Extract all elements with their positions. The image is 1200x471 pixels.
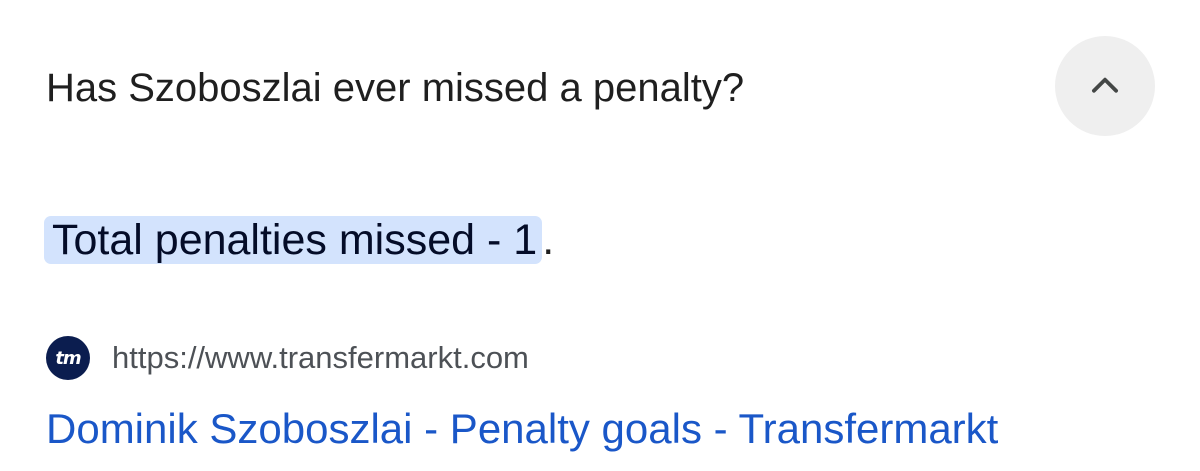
question-heading[interactable]: Has Szoboszlai ever missed a penalty? xyxy=(46,62,744,114)
chevron-up-icon xyxy=(1092,77,1118,93)
source-row[interactable]: tm https://www.transfermarkt.com xyxy=(46,336,529,380)
answer-highlight: Total penalties missed - 1 xyxy=(44,216,543,264)
answer-trailing: . xyxy=(542,216,555,264)
collapse-button[interactable] xyxy=(1055,36,1155,136)
transfermarkt-logo-icon: tm xyxy=(46,336,90,380)
source-url[interactable]: https://www.transfermarkt.com xyxy=(112,338,529,378)
answer-text: Total penalties missed - 1. xyxy=(44,211,554,269)
result-title-link[interactable]: Dominik Szoboszlai - Penalty goals - Tra… xyxy=(46,402,998,456)
